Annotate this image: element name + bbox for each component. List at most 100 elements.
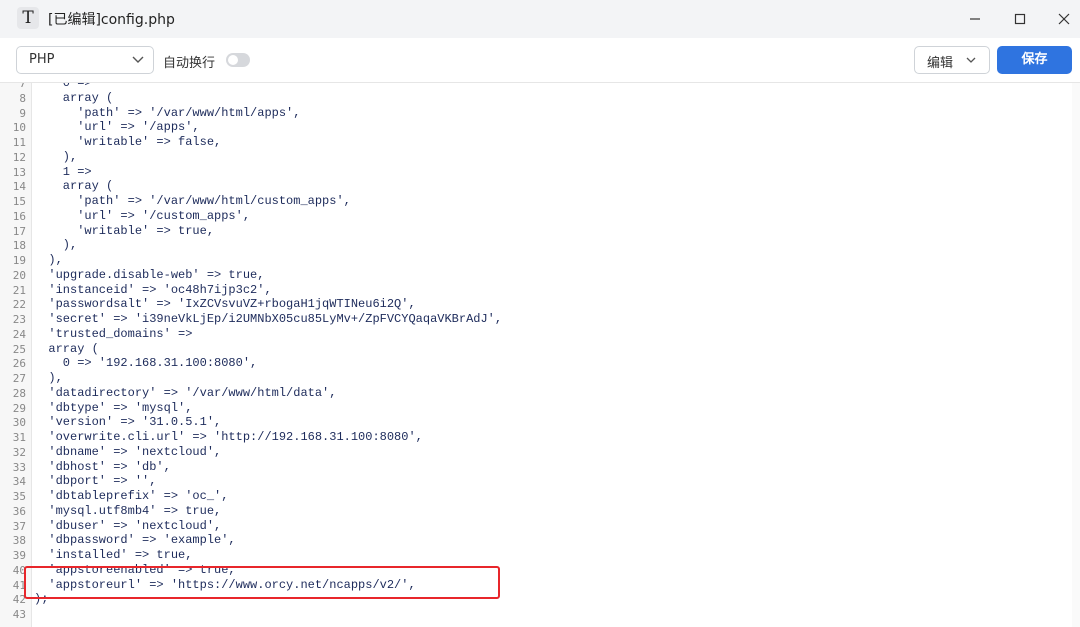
line-number: 25	[12, 342, 26, 356]
code-text[interactable]: 'dbname' => 'nextcloud',	[34, 445, 221, 460]
code-line: 30 'version' => '31.0.5.1',	[0, 415, 1080, 430]
edit-menu-button[interactable]: 编辑	[914, 46, 990, 74]
code-line: 8 array (	[0, 91, 1080, 106]
code-text[interactable]: 'instanceid' => 'oc48h7ijp3c2',	[34, 283, 271, 298]
line-number: 12	[12, 150, 26, 164]
edit-menu-label: 编辑	[927, 56, 954, 71]
line-number: 40	[12, 563, 26, 577]
chevron-down-icon	[965, 52, 977, 68]
line-number: 33	[12, 460, 26, 474]
save-button[interactable]: 保存	[997, 46, 1072, 74]
line-number: 37	[12, 519, 26, 533]
code-line: 33 'dbhost' => 'db',	[0, 460, 1080, 475]
code-text[interactable]: 'dbtableprefix' => 'oc_',	[34, 489, 228, 504]
code-text[interactable]: 'dbuser' => 'nextcloud',	[34, 519, 221, 534]
line-number: 11	[12, 136, 26, 149]
code-text[interactable]: 'path' => '/var/www/html/custom_apps',	[34, 194, 351, 209]
language-value: PHP	[29, 52, 55, 67]
code-line: 16 'url' => '/custom_apps',	[0, 209, 1080, 224]
code-text[interactable]: ),	[34, 253, 62, 268]
code-line: 24 'trusted_domains' =>	[0, 327, 1080, 342]
line-number: 14	[12, 180, 26, 194]
line-number: 19	[12, 254, 26, 267]
code-text[interactable]: array (	[34, 91, 113, 106]
line-number: 13	[12, 165, 26, 179]
code-text[interactable]: 'overwrite.cli.url' => 'http://192.168.3…	[34, 430, 422, 445]
code-text[interactable]: 'installed' => true,	[34, 548, 192, 563]
code-text[interactable]: ),	[34, 150, 77, 165]
window-title: [已编辑]config.php	[48, 12, 175, 28]
line-number: 27	[12, 372, 26, 385]
maximize-icon[interactable]	[1007, 6, 1033, 32]
line-number: 31	[12, 431, 26, 444]
line-number: 41	[12, 578, 26, 592]
code-line: 15 'path' => '/var/www/html/custom_apps'…	[0, 194, 1080, 209]
code-text[interactable]: 1 =>	[34, 165, 92, 180]
line-number: 42	[12, 593, 26, 607]
code-line: 28 'datadirectory' => '/var/www/html/dat…	[0, 386, 1080, 401]
code-text[interactable]: array (	[34, 179, 113, 194]
line-number: 17	[12, 224, 26, 238]
word-wrap-toggle[interactable]	[226, 53, 250, 67]
code-line: 20 'upgrade.disable-web' => true,	[0, 268, 1080, 283]
code-line: 10 'url' => '/apps',	[0, 120, 1080, 135]
code-line: 39 'installed' => true,	[0, 548, 1080, 563]
code-line: 29 'dbtype' => 'mysql',	[0, 401, 1080, 416]
code-line: 17 'writable' => true,	[0, 224, 1080, 239]
code-text[interactable]: 'dbtype' => 'mysql',	[34, 401, 192, 416]
title-bar: T [已编辑]config.php	[0, 0, 1080, 38]
code-line: 34 'dbport' => '',	[0, 474, 1080, 489]
line-number: 9	[19, 106, 26, 120]
code-text[interactable]: 'passwordsalt' => 'IxZCVsvuVZ+rbogaH1jqW…	[34, 297, 415, 312]
code-text[interactable]: 'dbpassword' => 'example',	[34, 533, 235, 548]
code-text[interactable]: 'writable' => false,	[34, 135, 221, 150]
code-line: 18 ),	[0, 238, 1080, 253]
word-wrap-label: 自动换行	[163, 56, 216, 71]
line-number: 18	[12, 239, 26, 253]
code-line: 12 ),	[0, 150, 1080, 165]
editor-toolbar: PHP 自动换行 编辑 保存	[0, 38, 1080, 83]
code-line: 23 'secret' => 'i39neVkLjEp/i2UMNbX05cu8…	[0, 312, 1080, 327]
code-text[interactable]: 'url' => '/apps',	[34, 120, 199, 135]
line-number: 20	[12, 268, 26, 282]
code-line: 43	[0, 607, 1080, 622]
code-text[interactable]: 'mysql.utf8mb4' => true,	[34, 504, 221, 519]
toggle-knob	[228, 55, 238, 65]
close-icon[interactable]	[1051, 6, 1077, 32]
code-text[interactable]: 'path' => '/var/www/html/apps',	[34, 106, 300, 121]
code-text[interactable]: 'trusted_domains' =>	[34, 327, 192, 342]
code-text[interactable]: 'version' => '31.0.5.1',	[34, 415, 221, 430]
line-number: 43	[12, 608, 26, 621]
code-text[interactable]: 'dbhost' => 'db',	[34, 460, 170, 475]
code-editor[interactable]: 7 0 => 8 array (9 'path' => '/var/www/htm…	[0, 83, 1080, 627]
language-select[interactable]: PHP	[16, 46, 154, 74]
line-number: 38	[12, 534, 26, 548]
line-number: 23	[12, 313, 26, 326]
code-text[interactable]: ),	[34, 238, 77, 253]
code-text[interactable]: 'url' => '/custom_apps',	[34, 209, 250, 224]
code-text[interactable]: ),	[34, 371, 62, 386]
line-number: 24	[12, 327, 26, 341]
code-line: 35 'dbtableprefix' => 'oc_',	[0, 489, 1080, 504]
code-line: 38 'dbpassword' => 'example',	[0, 533, 1080, 548]
code-line: 36 'mysql.utf8mb4' => true,	[0, 504, 1080, 519]
code-text[interactable]: 'dbport' => '',	[34, 474, 156, 489]
text-editor-icon: T	[17, 7, 39, 29]
code-text[interactable]: 'writable' => true,	[34, 224, 214, 239]
line-number: 32	[12, 445, 26, 459]
code-line: 21 'instanceid' => 'oc48h7ijp3c2',	[0, 283, 1080, 298]
code-text[interactable]: 'datadirectory' => '/var/www/html/data',	[34, 386, 336, 401]
code-text[interactable]: 'upgrade.disable-web' => true,	[34, 268, 264, 283]
minimize-icon[interactable]	[962, 6, 988, 32]
code-line: 11 'writable' => false,	[0, 135, 1080, 150]
code-line: 26 0 => '192.168.31.100:8080',	[0, 356, 1080, 371]
code-text[interactable]: 0 => '192.168.31.100:8080',	[34, 356, 257, 371]
line-number: 28	[12, 386, 26, 400]
line-number: 30	[12, 416, 26, 430]
code-text[interactable]: 'secret' => 'i39neVkLjEp/i2UMNbX05cu85Ly…	[34, 312, 502, 327]
vertical-scrollbar[interactable]	[1072, 83, 1080, 627]
code-text[interactable]: array (	[34, 342, 98, 357]
line-number: 39	[12, 549, 26, 562]
chevron-down-icon	[131, 49, 145, 69]
line-number: 22	[12, 298, 26, 312]
